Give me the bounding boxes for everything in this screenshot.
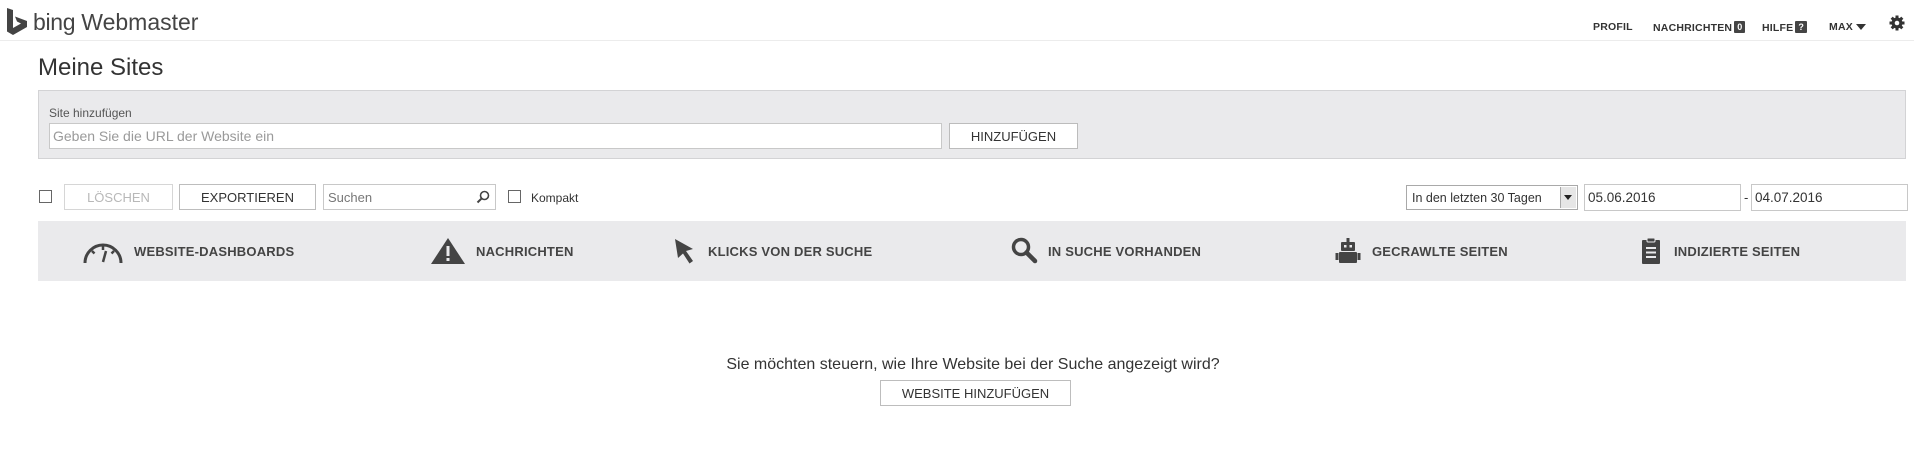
bing-webmaster-logo[interactable]: bing Webmaster [6,8,198,36]
chevron-down-icon [1560,187,1576,208]
nav-help-link[interactable]: HILFE? [1762,21,1808,34]
tab-indexed-pages[interactable]: INDIZIERTE SEITEN [1638,221,1800,281]
nav-help-label: HILFE [1762,22,1794,34]
page-title: Meine Sites [38,54,164,81]
logo-bing-text: bing [33,8,76,35]
caret-down-icon [1855,24,1866,30]
select-all-checkbox[interactable] [39,190,52,203]
tab-crawled-pages[interactable]: GECRAWLTE SEITEN [1334,221,1508,281]
gear-icon[interactable] [1889,15,1905,36]
date-range-value: In den letzten 30 Tagen [1412,191,1542,205]
cursor-icon [672,237,698,265]
add-site-label: Site hinzufügen [49,106,132,120]
messages-count-badge: 0 [1734,21,1746,33]
nav-messages-link[interactable]: NACHRICHTEN 0 [1653,21,1746,34]
document-icon [1638,237,1664,265]
help-badge: ? [1795,21,1808,33]
date-to-input[interactable] [1751,184,1908,211]
compact-label: Kompakt [531,191,579,205]
tab-messages[interactable]: NACHRICHTEN [430,221,574,281]
logo-product-text: Webmaster [81,8,199,35]
compact-checkbox[interactable] [508,190,521,203]
site-search-box [323,184,496,210]
tab-label: WEBSITE-DASHBOARDS [134,243,295,259]
gauge-icon [82,237,124,265]
site-metrics-tabs: WEBSITE-DASHBOARDS NACHRICHTEN KLICKS VO… [38,221,1906,281]
nav-messages-label: NACHRICHTEN [1653,22,1733,34]
date-from-input[interactable] [1584,184,1741,211]
nav-user-menu[interactable]: MAX [1829,21,1866,33]
tab-label: INDIZIERTE SEITEN [1674,243,1801,259]
tab-label: IN SUCHE VORHANDEN [1048,243,1202,259]
warning-icon [430,237,466,265]
add-site-button[interactable]: HINZUFÜGEN [949,123,1078,149]
bing-logo-icon [6,8,28,36]
magnifier-icon [1010,237,1038,265]
tab-label: KLICKS VON DER SUCHE [708,243,873,259]
robot-icon [1334,237,1362,265]
date-separator: - [1744,190,1749,205]
tab-label: NACHRICHTEN [476,243,574,259]
export-button[interactable]: EXPORTIEREN [179,184,316,210]
tab-label: GECRAWLTE SEITEN [1372,243,1508,259]
nav-user-label: MAX [1829,21,1853,33]
add-website-button[interactable]: WEBSITE HINZUFÜGEN [880,380,1071,406]
date-range-select[interactable]: In den letzten 30 Tagen [1406,185,1578,210]
site-search-input[interactable] [328,188,468,206]
search-icon[interactable] [476,190,490,209]
add-site-panel: Site hinzufügen HINZUFÜGEN [38,90,1906,159]
delete-button[interactable]: LÖSCHEN [64,184,173,210]
tab-clicks-from-search[interactable]: KLICKS VON DER SUCHE [672,221,872,281]
top-bar: bing Webmaster PROFIL NACHRICHTEN 0 HILFE… [0,0,1914,41]
tab-website-dashboards[interactable]: WEBSITE-DASHBOARDS [82,221,294,281]
tab-in-search-index[interactable]: IN SUCHE VORHANDEN [1010,221,1201,281]
empty-state-message: Sie möchten steuern, wie Ihre Website be… [726,356,1220,373]
nav-profile-link[interactable]: PROFIL [1593,21,1633,33]
site-url-input[interactable] [49,123,942,149]
